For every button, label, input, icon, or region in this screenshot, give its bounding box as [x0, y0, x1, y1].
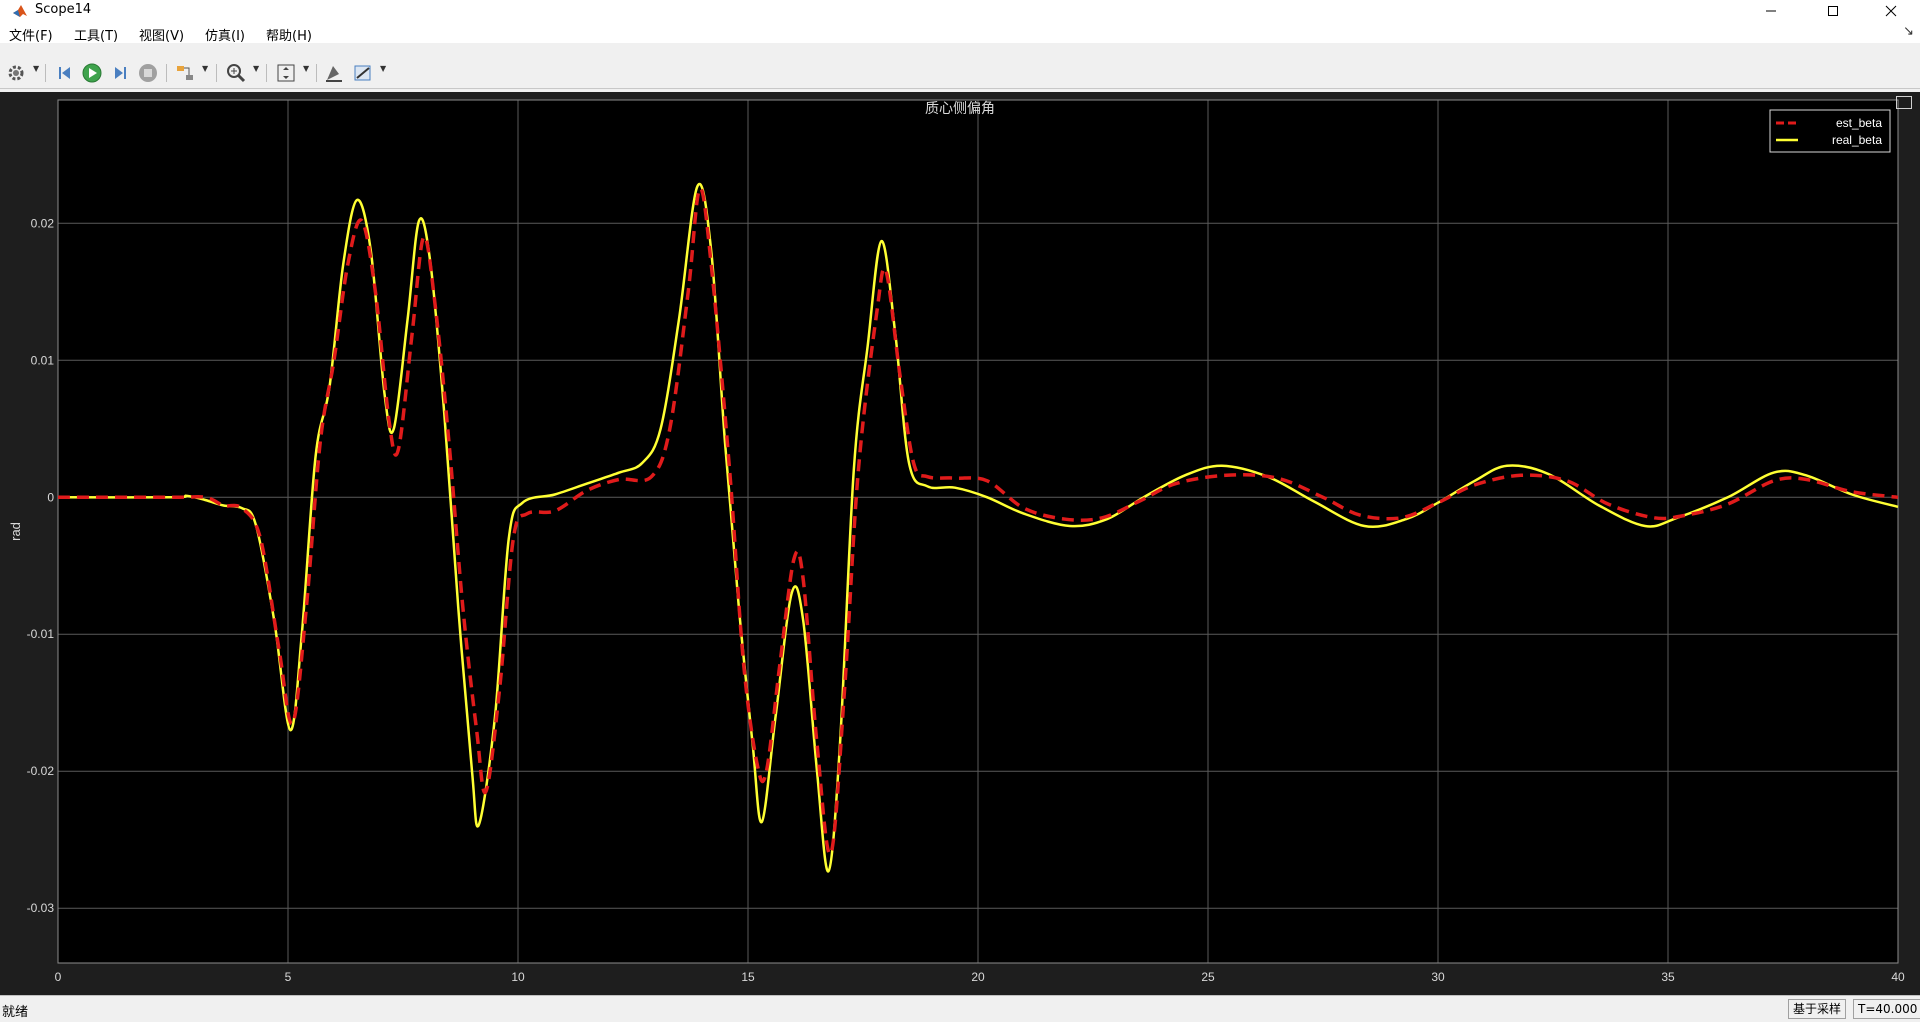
toolbar-separator [266, 64, 267, 82]
x-tick-label: 15 [741, 970, 755, 984]
plot-area[interactable]: 0 5 10 15 20 25 30 35 40 0.02 0.01 0 -0.01 -0.02 -0.03… [0, 92, 1920, 995]
x-tick-label: 0 [55, 970, 62, 984]
x-tick-label: 5 [285, 970, 292, 984]
menu-view[interactable]: 视图(V) [139, 25, 184, 44]
status-text: 就绪 [2, 1005, 29, 1020]
title-bar: Scope14 [0, 0, 1920, 22]
close-icon [1885, 5, 1897, 17]
step-back-icon[interactable] [54, 62, 76, 84]
menu-tools[interactable]: 工具(T) [74, 25, 118, 44]
y-tick-label: 0 [47, 490, 54, 504]
sample-mode: 基于采样 [1788, 999, 1847, 1019]
y-tick-label: 0.01 [31, 353, 55, 367]
zoom-icon[interactable] [225, 62, 247, 84]
toolbar-separator [216, 64, 217, 82]
style-icon[interactable] [352, 62, 374, 84]
minimize-icon [1766, 10, 1776, 12]
menu-help[interactable]: 帮助(H) [266, 25, 312, 44]
plot-title: 质心侧偏角 [925, 101, 995, 117]
highlight-block-icon[interactable] [174, 62, 196, 84]
style-dropdown-icon[interactable]: ▼ [380, 64, 386, 73]
maximize-icon [1828, 6, 1838, 16]
maximize-button[interactable] [1810, 0, 1856, 22]
scale-dropdown-icon[interactable]: ▼ [303, 64, 309, 73]
x-tick-label: 40 [1891, 970, 1905, 984]
x-tick-label: 30 [1431, 970, 1445, 984]
x-tick-label: 20 [971, 970, 985, 984]
y-tick-label: -0.01 [27, 627, 55, 641]
x-tick-label: 10 [511, 970, 525, 984]
minimize-button[interactable] [1748, 0, 1794, 22]
scope-display: 0 5 10 15 20 25 30 35 40 0.02 0.01 0 -0.01 -0.02 -0.03… [0, 92, 1920, 995]
legend-label-real_beta: real_beta [1832, 133, 1882, 147]
cursor-measurement-icon[interactable] [323, 62, 345, 84]
y-tick-label: -0.03 [27, 901, 55, 915]
toolbar-separator [166, 64, 167, 82]
matlab-logo-icon [13, 5, 27, 17]
undock-icon[interactable] [1896, 96, 1912, 109]
stop-icon[interactable] [137, 62, 159, 84]
y-tick-label: -0.02 [27, 764, 55, 778]
zoom-dropdown-icon[interactable]: ▼ [253, 64, 259, 73]
run-icon[interactable] [81, 62, 103, 84]
menu-simulation[interactable]: 仿真(I) [205, 25, 245, 44]
y-axis-label: rad [8, 522, 23, 541]
legend-label-est_beta: est_beta [1836, 116, 1882, 130]
status-bar: 就绪 基于采样 T=40.000 [0, 995, 1920, 1022]
menu-expand-icon[interactable]: ↘ [1903, 24, 1914, 39]
gear-icon[interactable] [5, 62, 27, 84]
close-button[interactable] [1868, 0, 1914, 22]
toolbar-separator [45, 64, 46, 82]
step-forward-icon[interactable] [109, 62, 131, 84]
toolbar: ▼ ▼ ▼ ▼ ▼ [0, 58, 1920, 89]
x-tick-label: 35 [1661, 970, 1675, 984]
window-title: Scope14 [35, 2, 92, 17]
toolbar-separator [316, 64, 317, 82]
gear-dropdown-icon[interactable]: ▼ [33, 64, 39, 73]
menu-file[interactable]: 文件(F) [9, 25, 53, 44]
scale-axes-icon[interactable] [275, 62, 297, 84]
highlight-dropdown-icon[interactable]: ▼ [202, 64, 208, 73]
y-tick-label: 0.02 [31, 216, 55, 230]
x-tick-label: 25 [1201, 970, 1215, 984]
menu-bar: 文件(F) 工具(T) 视图(V) 仿真(I) 帮助(H) ↘ [0, 22, 1920, 44]
sim-time: T=40.000 [1853, 999, 1920, 1019]
